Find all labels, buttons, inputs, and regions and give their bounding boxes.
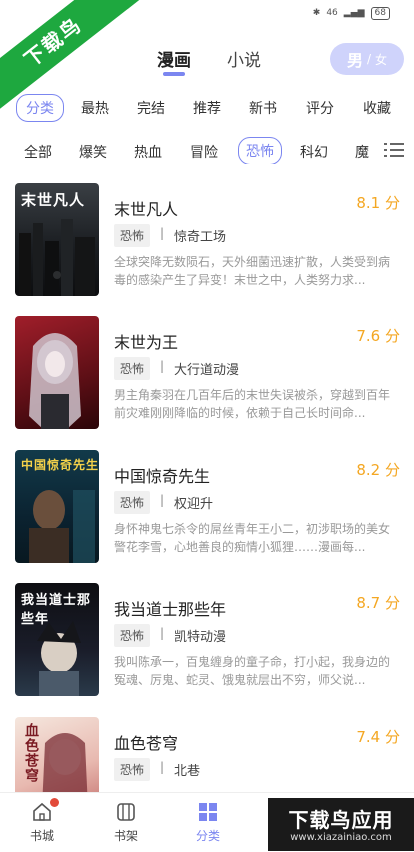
book-item[interactable]: 我当道士那些年 我当道士那些年 8.7 分 恐怖 | 凯特动漫 我叫陈承一，百鬼…	[0, 576, 414, 709]
gender-toggle[interactable]: 男 / 女	[330, 43, 404, 75]
nav-label: 书架	[113, 829, 138, 843]
book-cover[interactable]: 血色苍穹	[15, 716, 99, 792]
top-navigation: 漫画 小说 男 / 女	[0, 38, 414, 82]
network-indicator: 46	[326, 8, 338, 18]
book-item[interactable]: 血色苍穹 血色苍穹 7.4 分 恐怖 | 北巷	[0, 710, 414, 792]
home-icon	[31, 798, 59, 823]
book-description: 男主角秦羽在几百年后的末世失误被杀，穿越到百年前灾难刚刚降临的时候，依赖于自己长…	[114, 388, 391, 421]
cover-title: 血色苍穹	[23, 722, 39, 783]
genre-horror[interactable]: 恐怖	[238, 137, 282, 164]
book-author: 凯特动漫	[174, 630, 227, 646]
nav-label: 分类	[195, 829, 220, 843]
book-title[interactable]: 末世为王	[114, 329, 178, 353]
nav-category[interactable]: 分类	[166, 793, 250, 852]
tag-separator: |	[160, 359, 165, 374]
book-author: 惊奇工场	[174, 230, 227, 245]
book-author: 权迎升	[174, 496, 214, 512]
book-cover[interactable]	[15, 316, 99, 430]
book-title[interactable]: 我当道士那些年	[114, 596, 226, 620]
nav-bookstore[interactable]: 书城	[0, 793, 84, 852]
signal-icon: ▂▄▆	[343, 8, 365, 18]
cover-title: 中国惊奇先生	[21, 457, 99, 472]
book-item[interactable]: 末世凡人 末世凡人 8.1 分 恐怖 | 惊奇工场 全球突降无数陨石，天外细菌迅…	[0, 176, 414, 309]
book-score: 7.6 分	[356, 327, 400, 346]
filter-hottest[interactable]: 最热	[81, 98, 109, 118]
tag-separator: |	[160, 226, 165, 240]
watermark-text: 下载鸟应用	[288, 808, 394, 832]
book-list: 末世凡人 末世凡人 8.1 分 恐怖 | 惊奇工场 全球突降无数陨石，天外细菌迅…	[0, 176, 414, 792]
cover-title: 我当道士那些年	[21, 593, 92, 628]
book-score: 8.2 分	[356, 460, 400, 479]
book-description: 全球突降无数陨石，天外细菌迅速扩散，人类受到病毒的感染产生了异变！末世之中，人类…	[114, 255, 391, 287]
book-author: 北巷	[174, 763, 201, 779]
genre-tag: 恐怖	[114, 224, 151, 247]
genre-tag: 恐怖	[114, 757, 151, 781]
genre-tag: 恐怖	[114, 624, 151, 648]
book-description: 身怀神鬼七杀令的屌丝青年王小二，初涉职场的美女警花李雪，心地善良的痴情小狐狸………	[114, 521, 391, 554]
book-score: 8.7 分	[356, 594, 400, 613]
tag-separator: |	[160, 759, 165, 774]
status-bar: ✱ 46 ▂▄▆ 68	[0, 0, 414, 26]
gender-male[interactable]: 男	[347, 47, 363, 71]
genre-row: 全部 爆笑 热血 冒险 恐怖 科幻 魔	[0, 136, 414, 164]
battery-indicator: 68	[370, 6, 390, 20]
filter-rating[interactable]: 评分	[306, 98, 334, 118]
cover-title: 末世凡人	[21, 191, 86, 209]
filter-category[interactable]: 分类	[16, 94, 64, 122]
book-title[interactable]: 末世凡人	[114, 196, 178, 220]
watermark-bottom: 下载鸟应用 www.xiazainiao.com	[268, 798, 414, 851]
active-tab-indicator	[163, 72, 185, 76]
list-menu-icon[interactable]	[384, 142, 404, 158]
book-title[interactable]: 中国惊奇先生	[114, 463, 210, 487]
tab-comics[interactable]: 漫画	[157, 46, 191, 71]
genre-adventure[interactable]: 冒险	[190, 142, 218, 162]
notification-dot	[50, 798, 59, 807]
filter-recommended[interactable]: 推荐	[193, 98, 221, 118]
watermark-url: www.xiazainiao.com	[290, 832, 392, 843]
nav-bookshelf[interactable]: 书架	[84, 793, 168, 852]
book-cover[interactable]: 末世凡人	[15, 183, 99, 296]
tag-separator: |	[160, 492, 165, 507]
book-title[interactable]: 血色苍穹	[114, 730, 178, 754]
genre-magic[interactable]: 魔	[355, 142, 369, 162]
book-item[interactable]: 末世为王 7.6 分 恐怖 | 大行道动漫 男主角秦羽在几百年后的末世失误被杀，…	[0, 309, 414, 442]
genre-tag: 恐怖	[114, 357, 151, 381]
gender-separator: /	[366, 52, 372, 66]
genre-tag: 恐怖	[114, 490, 151, 514]
book-score: 7.4 分	[356, 727, 400, 746]
character-illustration	[29, 333, 81, 430]
book-item[interactable]: 中国惊奇先生 中国惊奇先生 8.2 分 恐怖 | 权迎升 身怀神鬼七杀令的屌丝青…	[0, 443, 414, 576]
genre-funny[interactable]: 爆笑	[79, 142, 107, 162]
nav-label: 书城	[29, 829, 54, 843]
gender-female[interactable]: 女	[375, 51, 387, 68]
book-cover[interactable]: 中国惊奇先生	[15, 449, 99, 563]
book-score: 8.1 分	[356, 194, 400, 212]
genre-scifi[interactable]: 科幻	[300, 142, 328, 162]
bluetooth-icon: ✱	[312, 8, 321, 18]
genre-hotblood[interactable]: 热血	[134, 142, 162, 162]
filter-new[interactable]: 新书	[249, 98, 277, 118]
grid-icon	[197, 801, 219, 823]
tag-separator: |	[160, 626, 165, 641]
filter-completed[interactable]: 完结	[137, 98, 165, 118]
book-description: 我叫陈承一，百鬼缠身的童子命，打小起，我身边的冤魂、厉鬼、蛇灵、饿鬼就层出不穷，…	[114, 655, 391, 688]
book-author: 大行道动漫	[174, 363, 240, 379]
genre-all[interactable]: 全部	[24, 142, 52, 162]
filter-row: 分类 最热 完结 推荐 新书 评分 收藏	[0, 94, 414, 122]
book-cover[interactable]: 我当道士那些年	[15, 583, 99, 697]
bookshelf-icon	[115, 801, 137, 823]
filter-favorites[interactable]: 收藏	[363, 98, 391, 118]
tab-novels[interactable]: 小说	[227, 46, 261, 71]
